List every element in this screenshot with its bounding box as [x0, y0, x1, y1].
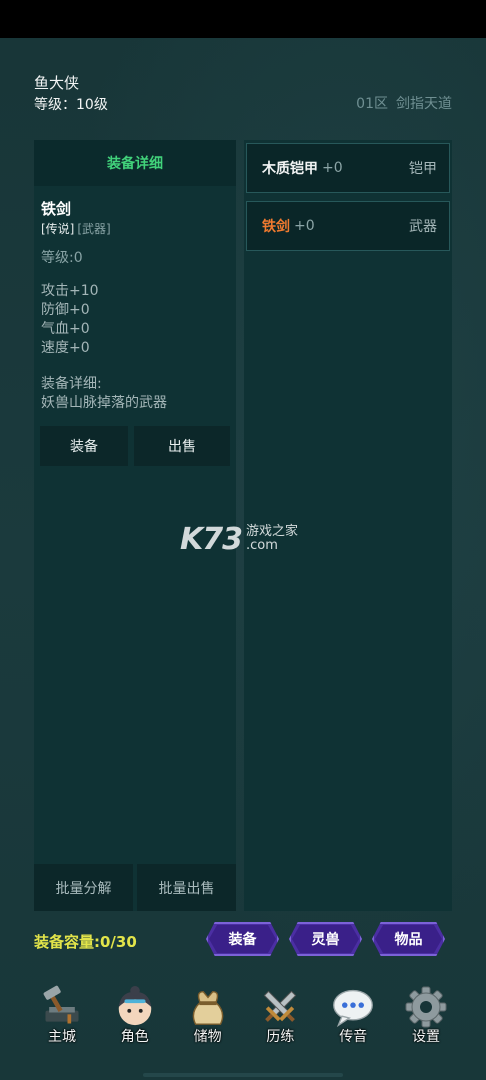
server-info: 01区 剑指天道 [356, 93, 452, 113]
hammer-anvil-icon [40, 985, 84, 1029]
list-item[interactable]: 铁剑 +0 武器 [246, 201, 450, 251]
server-zone: 01区 [356, 96, 388, 112]
equip-button[interactable]: 装备 [40, 426, 128, 466]
nav-training[interactable]: 历练 [244, 985, 316, 1047]
tab-items[interactable]: 物品 [372, 922, 445, 956]
sack-icon [186, 985, 230, 1029]
list-item-name: 木质铠甲 [262, 161, 318, 177]
nav-character[interactable]: 角色 [99, 985, 171, 1047]
player-level: 等级：10级 [34, 97, 108, 113]
server-name: 剑指天道 [396, 96, 452, 112]
character-face-icon [113, 985, 157, 1029]
tab-equipment[interactable]: 装备 [206, 922, 279, 956]
bulk-sell-button[interactable]: 批量出售 [137, 864, 236, 911]
stat-hp: 气血+0 [41, 321, 90, 337]
nav-label: 角色 [120, 1029, 149, 1045]
tab-label: 装备 [228, 932, 257, 948]
nav-settings[interactable]: 设置 [390, 985, 462, 1047]
nav-label: 主城 [48, 1029, 76, 1045]
item-level: 等级:0 [41, 250, 83, 266]
stat-attack: 攻击+10 [41, 283, 99, 299]
stat-defense: 防御+0 [41, 302, 90, 318]
bulk-actions: 批量分解 批量出售 [34, 864, 236, 911]
nav-label: 历练 [266, 1029, 295, 1045]
tab-label: 灵兽 [311, 932, 340, 948]
item-tags: [传说] [武器] [41, 220, 111, 237]
detail-panel-header: 装备详细 [34, 140, 236, 186]
nav-storage[interactable]: 储物 [172, 985, 244, 1047]
list-item-type: 铠甲 [409, 161, 437, 177]
watermark-dom: .com [246, 538, 278, 553]
nav-label: 传音 [339, 1029, 368, 1045]
list-item-name: 铁剑 [262, 219, 290, 235]
gear-icon [404, 985, 448, 1029]
status-bar [0, 0, 486, 38]
item-desc-text: 妖兽山脉掉落的武器 [41, 395, 167, 411]
nav-main-city[interactable]: 主城 [26, 985, 98, 1047]
k73-watermark-logo: K73 游戏之家 .com [180, 522, 298, 557]
bottom-nav: 主城 角色 储物 历练 传音 设置 [26, 985, 462, 1047]
list-item-type: 武器 [409, 219, 437, 235]
item-rarity-tag: [传说] [41, 222, 75, 236]
item-desc-title: 装备详细: [41, 376, 102, 392]
home-indicator[interactable] [143, 1073, 343, 1077]
list-item-plus: +0 [294, 218, 315, 234]
list-item-plus: +0 [322, 160, 343, 176]
list-item[interactable]: 木质铠甲 +0 铠甲 [246, 143, 450, 193]
watermark-cn: 游戏之家 [246, 524, 299, 539]
item-name: 铁剑 [41, 200, 72, 218]
inventory-tabs: 装备 灵兽 物品 [206, 922, 445, 956]
nav-label: 储物 [193, 1029, 222, 1045]
watermark-big: K73 [180, 522, 243, 557]
stat-speed: 速度+0 [41, 340, 90, 356]
crossed-swords-icon [258, 985, 302, 1029]
tab-label: 物品 [394, 932, 423, 948]
bulk-decompose-button[interactable]: 批量分解 [34, 864, 133, 911]
tab-spirit-beast[interactable]: 灵兽 [289, 922, 362, 956]
sell-button[interactable]: 出售 [134, 426, 230, 466]
nav-label: 设置 [411, 1029, 440, 1045]
equipment-capacity: 装备容量:0/30 [34, 933, 137, 951]
chat-bubble-icon [331, 985, 375, 1029]
nav-message[interactable]: 传音 [317, 985, 389, 1047]
item-type-tag: [武器] [77, 222, 111, 236]
item-stats: 攻击+10 防御+0 气血+0 速度+0 [41, 282, 99, 358]
player-name: 鱼大侠 [34, 74, 80, 92]
